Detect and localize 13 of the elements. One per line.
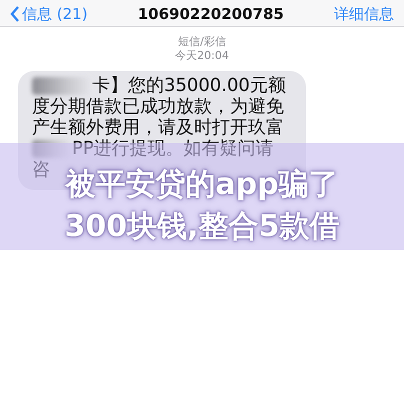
banner-title: 300块钱,整合5款借 [64,209,340,245]
message-text: 咨 [32,159,50,180]
message-text: 度分期借款已成功放款，为避免 [32,96,284,117]
message-type: 短信/彩信 [178,35,226,49]
message-text: PP进行提现。如有疑问请 [72,138,274,159]
details-link[interactable]: 详细信息 [334,6,394,22]
sender-number: 10690220200785 [138,6,284,22]
back-button[interactable]: 信息 (21) [10,6,88,22]
chevron-left-icon [10,6,20,22]
message-text: 产生额外费用，请及时打开玖富 [32,117,284,138]
message-text: 卡】您的35000.00元额 [92,75,286,96]
banner-title: 被平安贷的app骗了 [65,167,339,203]
message-time: 今天20:04 [175,49,229,63]
